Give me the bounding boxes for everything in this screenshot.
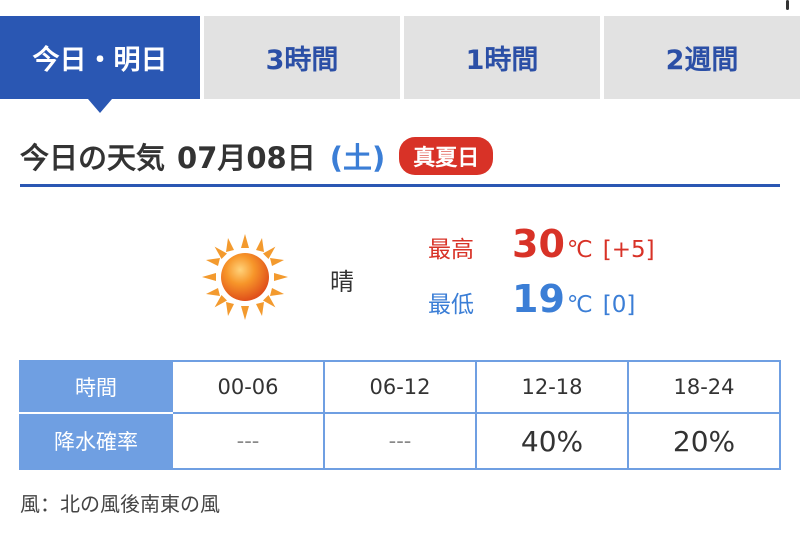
probability-cell: --- <box>323 412 477 470</box>
period-cell: 18-24 <box>627 360 781 414</box>
scroll-indicator <box>786 0 789 10</box>
status-badge: 真夏日 <box>399 137 494 175</box>
day-of-week: (土) <box>329 141 386 175</box>
period-cell: 00-06 <box>171 360 325 414</box>
divider <box>20 184 780 187</box>
low-value: 19 <box>512 277 565 321</box>
page-title: 今日の天気 07月08日 (土) 真夏日 <box>20 132 780 180</box>
probability-cell: 20% <box>627 412 781 470</box>
high-label: 最高 <box>428 237 474 263</box>
table-row: 降水確率 --- --- 40% 20% <box>19 412 781 470</box>
wind-info: 風：北の風後南東の風 <box>20 492 220 516</box>
low-label: 最低 <box>428 292 474 318</box>
period-cell: 12-18 <box>475 360 629 414</box>
low-temperature: 最低 19 ℃ [0] <box>428 277 635 321</box>
probability-cell: --- <box>171 412 325 470</box>
precipitation-table: 時間 00-06 06-12 12-18 18-24 降水確率 --- --- … <box>19 360 781 470</box>
period-cell: 06-12 <box>323 360 477 414</box>
sun-icon <box>202 234 288 320</box>
time-header: 時間 <box>19 360 173 414</box>
tab-2-weeks[interactable]: 2週間 <box>604 16 800 99</box>
tab-3-hours[interactable]: 3時間 <box>204 16 400 99</box>
forecast-tabs: 今日・明日 3時間 1時間 2週間 <box>0 16 800 99</box>
high-value: 30 <box>512 222 565 266</box>
table-row: 時間 00-06 06-12 12-18 18-24 <box>19 360 781 414</box>
weather-condition: 晴 <box>330 268 354 296</box>
date-text: 07月08日 <box>177 141 316 175</box>
probability-cell: 40% <box>475 412 629 470</box>
low-diff: [0] <box>602 292 636 318</box>
high-unit: ℃ <box>566 237 593 263</box>
tab-1-hour[interactable]: 1時間 <box>404 16 600 99</box>
high-temperature: 最高 30 ℃ [+5] <box>428 222 655 266</box>
precipitation-header: 降水確率 <box>19 412 173 470</box>
tab-today-tomorrow[interactable]: 今日・明日 <box>0 16 200 99</box>
low-unit: ℃ <box>566 292 593 318</box>
title-text: 今日の天気 <box>20 141 166 175</box>
high-diff: [+5] <box>602 237 655 263</box>
